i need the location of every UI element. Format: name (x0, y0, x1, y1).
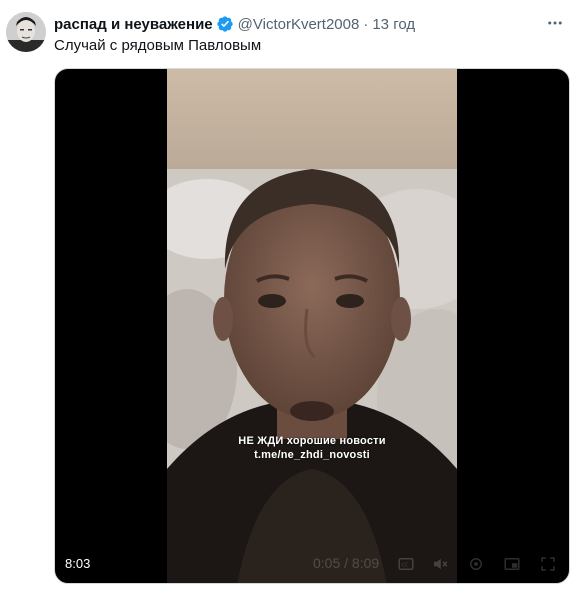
video-controls: 0:05 / 8:09 CC (55, 547, 569, 583)
video-player[interactable]: НЕ ЖДИ хорошие новости t.me/ne_zhdi_novo… (54, 68, 570, 584)
user-handle[interactable]: @VictorKvert2008 (238, 16, 360, 33)
picture-in-picture-icon[interactable] (503, 555, 521, 573)
watermark-title: НЕ ЖДИ хорошие новости (238, 435, 386, 447)
tweet-timestamp[interactable]: 13 год (372, 16, 415, 33)
gear-icon[interactable] (467, 555, 485, 573)
captions-icon[interactable]: CC (397, 555, 415, 573)
display-name[interactable]: распад и неуважение (54, 16, 213, 33)
tweet-header: распад и неуважение @VictorKvert2008 · 1… (54, 14, 415, 34)
mute-icon[interactable] (431, 555, 449, 573)
video-frame (167, 69, 457, 583)
video-progress-time: 0:05 / 8:09 (313, 555, 380, 571)
avatar[interactable] (6, 12, 46, 52)
tweet-text: Случай с рядовым Павловым (54, 37, 262, 54)
tweet[interactable]: распад и неуважение @VictorKvert2008 · 1… (0, 0, 578, 597)
more-options-icon[interactable] (544, 12, 566, 34)
verified-badge-icon (216, 15, 234, 33)
separator-dot: · (363, 15, 369, 33)
fullscreen-icon[interactable] (539, 555, 557, 573)
svg-text:CC: CC (402, 563, 410, 569)
watermark-link: t.me/ne_zhdi_novosti (254, 449, 370, 461)
